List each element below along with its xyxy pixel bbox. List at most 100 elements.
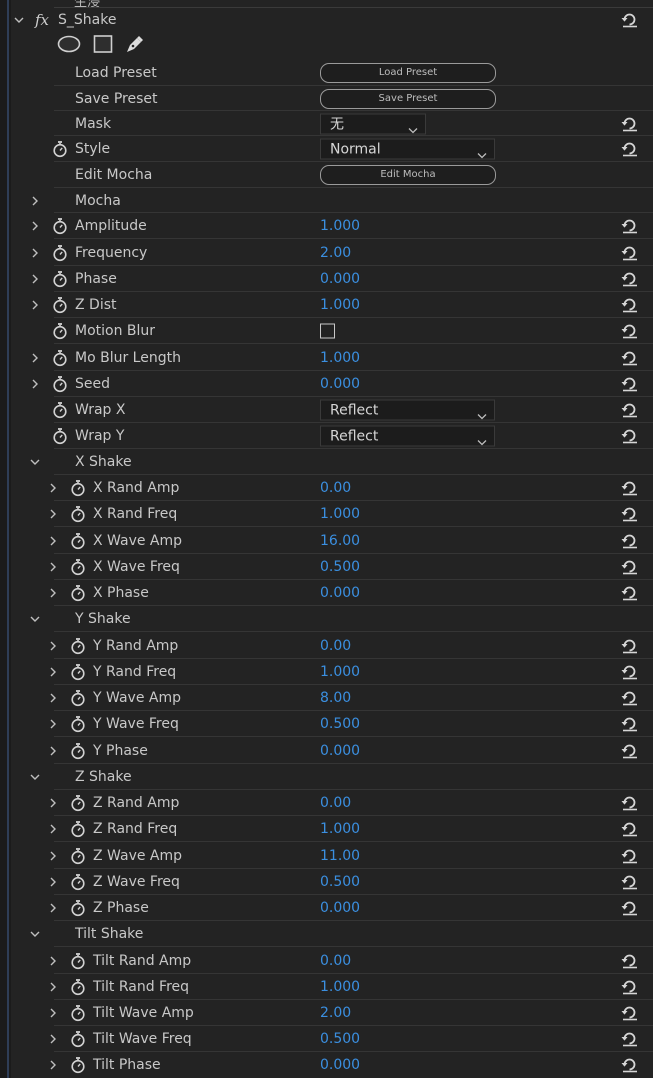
wrap-y-dropdown[interactable]: Reflect bbox=[320, 425, 495, 447]
y-wave-freq-value[interactable]: 0.500 bbox=[320, 716, 360, 732]
chevron-down-icon[interactable] bbox=[28, 612, 42, 626]
reset-icon[interactable] bbox=[620, 141, 640, 157]
z-rand-freq-value[interactable]: 1.000 bbox=[320, 821, 360, 837]
reset-icon[interactable] bbox=[620, 1057, 640, 1073]
reset-icon[interactable] bbox=[620, 376, 640, 392]
reset-icon[interactable] bbox=[620, 1031, 640, 1047]
stopwatch-icon[interactable] bbox=[70, 559, 86, 576]
stopwatch-icon[interactable] bbox=[52, 349, 68, 366]
chevron-right-icon[interactable] bbox=[28, 272, 42, 286]
chevron-right-icon[interactable] bbox=[28, 351, 42, 365]
reset-icon[interactable] bbox=[620, 638, 640, 654]
chevron-right-icon[interactable] bbox=[46, 507, 60, 521]
reset-icon[interactable] bbox=[620, 350, 640, 366]
reset-icon[interactable] bbox=[620, 218, 640, 234]
chevron-down-icon[interactable] bbox=[12, 13, 26, 27]
stopwatch-icon[interactable] bbox=[70, 1005, 86, 1022]
chevron-right-icon[interactable] bbox=[46, 1032, 60, 1046]
chevron-right-icon[interactable] bbox=[46, 1006, 60, 1020]
amplitude-value[interactable]: 1.000 bbox=[320, 218, 360, 234]
reset-icon[interactable] bbox=[620, 297, 640, 313]
stopwatch-icon[interactable] bbox=[52, 297, 68, 314]
tilt-wave-freq-value[interactable]: 0.500 bbox=[320, 1031, 360, 1047]
x-wave-amp-value[interactable]: 16.00 bbox=[320, 533, 360, 549]
z-wave-freq-value[interactable]: 0.500 bbox=[320, 874, 360, 890]
y-rand-amp-value[interactable]: 0.00 bbox=[320, 638, 351, 654]
reset-icon[interactable] bbox=[620, 979, 640, 995]
z-phase-value[interactable]: 0.000 bbox=[320, 900, 360, 916]
pen-mask-tool-icon[interactable] bbox=[124, 34, 146, 58]
chevron-right-icon[interactable] bbox=[28, 246, 42, 260]
style-dropdown[interactable]: Normal bbox=[320, 138, 495, 160]
stopwatch-icon[interactable] bbox=[52, 376, 68, 393]
mo-blur-length-value[interactable]: 1.000 bbox=[320, 350, 360, 366]
motion-blur-checkbox[interactable] bbox=[320, 323, 335, 339]
z-dist-value[interactable]: 1.000 bbox=[320, 297, 360, 313]
stopwatch-icon[interactable] bbox=[70, 506, 86, 523]
reset-icon[interactable] bbox=[620, 848, 640, 864]
chevron-right-icon[interactable] bbox=[46, 717, 60, 731]
chevron-right-icon[interactable] bbox=[46, 534, 60, 548]
frequency-value[interactable]: 2.00 bbox=[320, 245, 351, 261]
reset-icon[interactable] bbox=[620, 953, 640, 969]
reset-icon[interactable] bbox=[620, 533, 640, 549]
chevron-right-icon[interactable] bbox=[46, 481, 60, 495]
wrap-x-dropdown[interactable]: Reflect bbox=[320, 399, 495, 421]
stopwatch-icon[interactable] bbox=[70, 1057, 86, 1074]
chevron-right-icon[interactable] bbox=[46, 822, 60, 836]
chevron-right-icon[interactable] bbox=[46, 639, 60, 653]
rectangle-mask-tool-icon[interactable] bbox=[93, 34, 113, 58]
stopwatch-icon[interactable] bbox=[70, 637, 86, 654]
chevron-right-icon[interactable] bbox=[46, 954, 60, 968]
chevron-down-icon[interactable] bbox=[28, 927, 42, 941]
tilt-phase-value[interactable]: 0.000 bbox=[320, 1057, 360, 1073]
chevron-right-icon[interactable] bbox=[46, 665, 60, 679]
stopwatch-icon[interactable] bbox=[70, 742, 86, 759]
chevron-right-icon[interactable] bbox=[46, 560, 60, 574]
stopwatch-icon[interactable] bbox=[52, 218, 68, 235]
effect-header-row[interactable]: fx S_Shake bbox=[11, 8, 653, 32]
chevron-right-icon[interactable] bbox=[46, 691, 60, 705]
chevron-right-icon[interactable] bbox=[28, 219, 42, 233]
reset-icon[interactable] bbox=[620, 116, 640, 132]
load-preset-button[interactable]: Load Preset bbox=[320, 63, 496, 83]
reset-icon[interactable] bbox=[620, 900, 640, 916]
z-wave-amp-value[interactable]: 11.00 bbox=[320, 848, 360, 864]
stopwatch-icon[interactable] bbox=[70, 480, 86, 497]
stopwatch-icon[interactable] bbox=[52, 402, 68, 419]
x-wave-freq-value[interactable]: 0.500 bbox=[320, 559, 360, 575]
chevron-down-icon[interactable] bbox=[28, 770, 42, 784]
chevron-right-icon[interactable] bbox=[46, 980, 60, 994]
chevron-right-icon[interactable] bbox=[46, 1058, 60, 1072]
stopwatch-icon[interactable] bbox=[52, 428, 68, 445]
stopwatch-icon[interactable] bbox=[70, 532, 86, 549]
stopwatch-icon[interactable] bbox=[52, 141, 68, 158]
edit-mocha-button[interactable]: Edit Mocha bbox=[320, 165, 496, 185]
stopwatch-icon[interactable] bbox=[70, 716, 86, 733]
y-shake-group-row[interactable]: Y Shake bbox=[11, 606, 653, 632]
x-phase-value[interactable]: 0.000 bbox=[320, 585, 360, 601]
tilt-shake-group-row[interactable]: Tilt Shake bbox=[11, 921, 653, 947]
x-rand-freq-value[interactable]: 1.000 bbox=[320, 506, 360, 522]
ellipse-mask-tool-icon[interactable] bbox=[57, 34, 81, 58]
stopwatch-icon[interactable] bbox=[70, 1031, 86, 1048]
reset-icon[interactable] bbox=[620, 743, 640, 759]
reset-icon[interactable] bbox=[620, 716, 640, 732]
stopwatch-icon[interactable] bbox=[70, 795, 86, 812]
reset-icon[interactable] bbox=[620, 506, 640, 522]
x-shake-group-row[interactable]: X Shake bbox=[11, 449, 653, 475]
chevron-right-icon[interactable] bbox=[28, 377, 42, 391]
chevron-down-icon[interactable] bbox=[28, 455, 42, 469]
y-wave-amp-value[interactable]: 8.00 bbox=[320, 690, 351, 706]
reset-icon[interactable] bbox=[620, 402, 640, 418]
stopwatch-icon[interactable] bbox=[70, 690, 86, 707]
stopwatch-icon[interactable] bbox=[52, 271, 68, 288]
reset-icon[interactable] bbox=[620, 585, 640, 601]
reset-icon[interactable] bbox=[620, 323, 640, 339]
reset-icon[interactable] bbox=[620, 12, 640, 28]
mocha-row[interactable]: Mocha bbox=[11, 188, 653, 213]
stopwatch-icon[interactable] bbox=[70, 952, 86, 969]
z-shake-group-row[interactable]: Z Shake bbox=[11, 764, 653, 790]
reset-icon[interactable] bbox=[620, 480, 640, 496]
seed-value[interactable]: 0.000 bbox=[320, 376, 360, 392]
